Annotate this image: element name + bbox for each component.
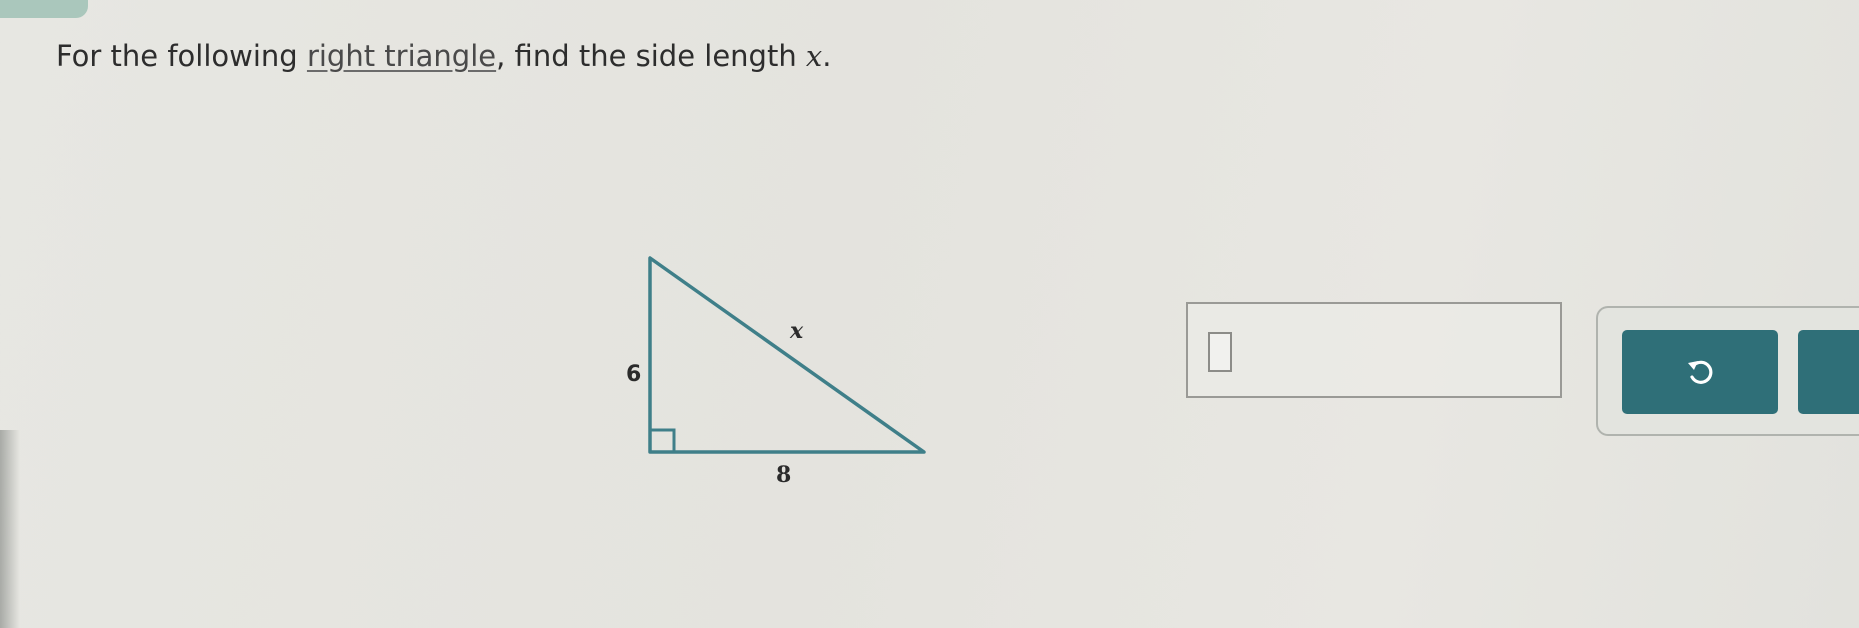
hypotenuse-label: x [790,318,804,344]
horizontal-leg-label: 8 [776,462,792,488]
question-variable: x [805,39,823,73]
triangle-shape [648,256,926,454]
triangle-diagram [648,256,926,454]
question-suffix: . [822,39,832,73]
right-angle-marker [650,428,676,452]
top-accent-tab [0,0,88,18]
right-triangle-link[interactable]: right triangle [307,39,496,73]
undo-icon [1685,357,1715,387]
question-prefix: For the following [56,39,307,73]
answer-input-box[interactable] [1186,302,1562,398]
tools-panel [1596,306,1859,436]
vertical-leg-label: 6 [626,362,642,387]
undo-button[interactable] [1622,330,1778,414]
question-text: For the following right triangle, find t… [56,36,832,76]
question-middle: , find the side length [496,39,806,73]
next-tool-button[interactable] [1798,330,1859,414]
triangle-figure: x 6 8 [600,240,940,500]
left-edge-shadow [0,430,20,628]
answer-entry-field[interactable] [1208,332,1232,372]
